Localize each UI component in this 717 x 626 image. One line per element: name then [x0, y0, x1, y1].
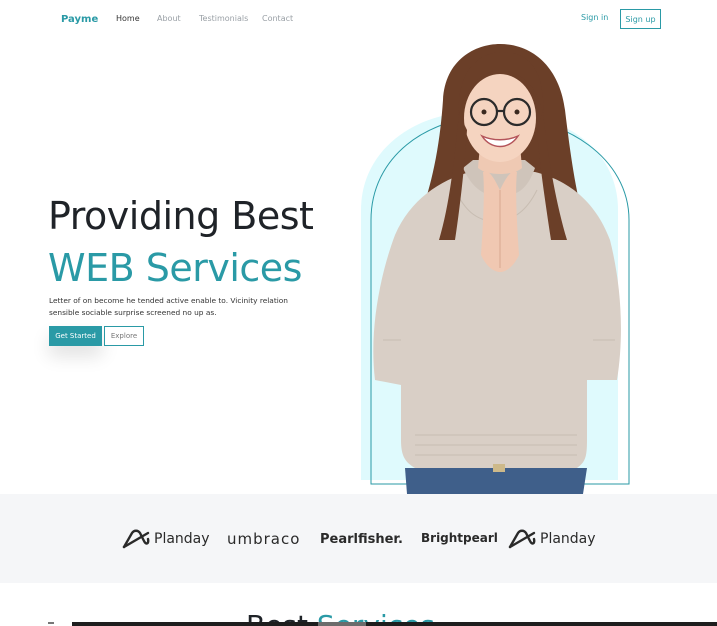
brand-name: Brightpearl [421, 531, 498, 545]
brand-name: Planday [540, 531, 596, 547]
scroll-overlay-bar [72, 622, 717, 626]
brand-name: umbraco [227, 530, 301, 548]
brand-name: Planday [154, 531, 210, 547]
sign-up-button[interactable]: Sign up [620, 9, 661, 29]
planday-icon [122, 529, 150, 549]
nav-link-about[interactable]: About [157, 14, 181, 23]
brand-logo-planday-2: Planday [508, 524, 596, 554]
explore-button[interactable]: Explore [104, 326, 144, 346]
brand-logo-planday: Planday [122, 524, 210, 554]
decorative-mark [48, 622, 54, 624]
nav-link-contact[interactable]: Contact [262, 14, 293, 23]
hero-image [361, 44, 630, 494]
brand-logo[interactable]: Payme [61, 14, 98, 25]
planday-icon [508, 529, 536, 549]
brand-name: Pearlfisher. [320, 531, 403, 547]
hero-description: Letter of on become he tended active ena… [49, 296, 288, 317]
scroll-overlay-segment [318, 622, 366, 626]
brand-logo-brightpearl: Brightpearl [421, 524, 498, 554]
hero-title-line2: WEB Services [48, 246, 302, 290]
nav-link-testimonials[interactable]: Testimonials [199, 14, 248, 23]
nav-link-home[interactable]: Home [116, 14, 140, 23]
hero-title-line1: Providing Best [48, 194, 314, 238]
brand-logo-pearlfisher: Pearlfisher. [320, 524, 403, 554]
partner-logos-strip: Planday umbraco Pearlfisher. Brightpearl… [0, 494, 717, 583]
get-started-button[interactable]: Get Started [49, 326, 102, 346]
brand-logo-umbraco: umbraco [227, 524, 300, 554]
top-navbar: Payme Home About Testimonials Contact Si… [0, 0, 717, 40]
sign-in-link[interactable]: Sign in [581, 13, 608, 22]
